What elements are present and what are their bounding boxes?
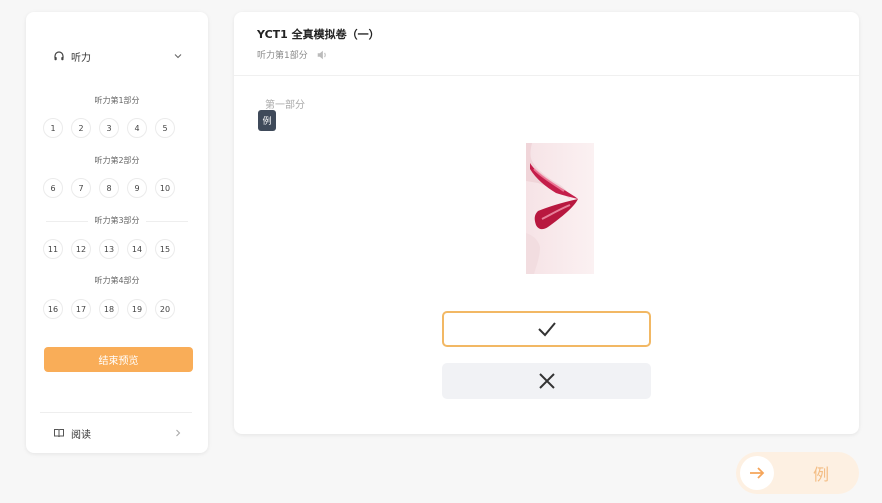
question-17-button[interactable]: 17 — [71, 299, 91, 319]
exam-title: YCT1 全真模拟卷（一） — [257, 28, 380, 41]
question-2-button[interactable]: 2 — [71, 118, 91, 138]
question-20-button[interactable]: 20 — [155, 299, 175, 319]
question-8-button[interactable]: 8 — [99, 178, 119, 198]
exam-subtitle: 听力第1部分 — [257, 51, 308, 61]
part-title: 第一部分 — [265, 100, 305, 111]
book-icon — [53, 427, 65, 439]
question-4-button[interactable]: 4 — [127, 118, 147, 138]
header-separator — [234, 75, 859, 76]
question-12-button[interactable]: 12 — [71, 239, 91, 259]
question-14-button[interactable]: 14 — [127, 239, 147, 259]
question-row-4: 16 17 18 19 20 — [43, 299, 183, 319]
part-label-3: 听力第3部分 — [40, 215, 194, 226]
question-3-button[interactable]: 3 — [99, 118, 119, 138]
question-row-2: 6 7 8 9 10 — [43, 178, 183, 198]
question-15-button[interactable]: 15 — [155, 239, 175, 259]
check-icon — [536, 318, 558, 340]
question-9-button[interactable]: 9 — [127, 178, 147, 198]
reading-section-header[interactable]: 阅读 — [26, 423, 208, 443]
sidebar-divider — [40, 412, 192, 413]
exam-subtitle-row: 听力第1部分 — [257, 48, 328, 61]
listening-section-header[interactable]: 听力 — [26, 46, 208, 66]
question-row-3: 11 12 13 14 15 — [43, 239, 183, 259]
question-panel: YCT1 全真模拟卷（一） 听力第1部分 第一部分 例 — [234, 12, 859, 434]
part-label-1: 听力第1部分 — [94, 96, 140, 105]
true-option-button[interactable] — [442, 311, 651, 347]
false-option-button[interactable] — [442, 363, 651, 399]
question-1-button[interactable]: 1 — [43, 118, 63, 138]
end-preview-button[interactable]: 结束预览 — [44, 347, 193, 372]
listening-label: 听力 — [71, 52, 91, 64]
question-16-button[interactable]: 16 — [43, 299, 63, 319]
question-5-button[interactable]: 5 — [155, 118, 175, 138]
question-18-button[interactable]: 18 — [99, 299, 119, 319]
question-10-button[interactable]: 10 — [155, 178, 175, 198]
chevron-right-icon[interactable] — [172, 427, 184, 439]
question-13-button[interactable]: 13 — [99, 239, 119, 259]
reading-label: 阅读 — [71, 429, 91, 441]
next-label: 例 — [812, 465, 829, 484]
question-7-button[interactable]: 7 — [71, 178, 91, 198]
question-6-button[interactable]: 6 — [43, 178, 63, 198]
part-label-2: 听力第2部分 — [94, 156, 140, 165]
question-11-button[interactable]: 11 — [43, 239, 63, 259]
cross-icon — [536, 370, 558, 392]
chevron-down-icon[interactable] — [172, 50, 184, 62]
example-badge: 例 — [258, 110, 276, 131]
headphones-icon — [53, 50, 65, 62]
question-row-1: 1 2 3 4 5 — [43, 118, 183, 138]
lips-image — [526, 143, 594, 274]
speaker-icon[interactable] — [316, 49, 328, 61]
part-label-4: 听力第4部分 — [94, 276, 140, 285]
next-example-pill[interactable]: 例 — [736, 452, 859, 494]
next-button[interactable] — [740, 456, 774, 490]
question-19-button[interactable]: 19 — [127, 299, 147, 319]
arrow-right-icon — [748, 464, 766, 482]
sidebar: 听力 听力第1部分 1 2 3 4 5 听力第2部分 6 7 8 9 10 听力… — [26, 12, 208, 453]
